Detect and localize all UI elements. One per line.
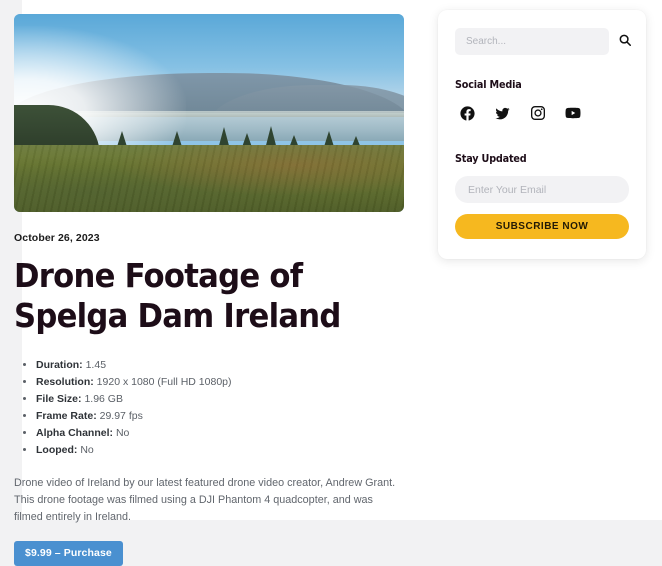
social-link-facebook[interactable] <box>455 102 480 127</box>
metadata-value: 1920 x 1080 (Full HD 1080p) <box>96 375 232 388</box>
post-description: Drone video of Ireland by our latest fea… <box>14 476 396 524</box>
list-item: Alpha Channel: No <box>36 425 404 442</box>
list-item: Looped: No <box>36 442 404 459</box>
metadata-label: Looped: <box>36 443 78 456</box>
metadata-label: File Size: <box>36 392 82 405</box>
list-item: File Size: 1.96 GB <box>36 391 404 408</box>
social-media-heading: Social Media <box>455 79 522 91</box>
search-input[interactable] <box>455 28 609 55</box>
social-link-instagram[interactable] <box>525 102 550 127</box>
list-item: Resolution: 1920 x 1080 (Full HD 1080p) <box>36 374 404 391</box>
search-button[interactable] <box>618 33 632 51</box>
newsletter-heading: Stay Updated <box>455 153 527 165</box>
post-date: October 26, 2023 <box>14 232 100 244</box>
metadata-label: Duration: <box>36 358 83 371</box>
metadata-label: Frame Rate: <box>36 409 97 422</box>
social-link-youtube[interactable] <box>560 102 585 127</box>
metadata-value: No <box>115 426 130 439</box>
youtube-icon <box>564 104 582 125</box>
metadata-value: 29.97 fps <box>99 409 143 422</box>
social-link-twitter[interactable] <box>490 102 515 127</box>
metadata-value: 1.96 GB <box>84 392 123 405</box>
post-article: October 26, 2023 Drone Footage of Spelga… <box>14 14 404 566</box>
hero-image <box>14 14 404 212</box>
page-root: October 26, 2023 Drone Footage of Spelga… <box>0 0 662 566</box>
metadata-label: Resolution: <box>36 375 94 388</box>
video-metadata-list: Duration: 1.45 Resolution: 1920 x 1080 (… <box>14 357 404 459</box>
sidebar-widget-card: Social Media <box>438 10 646 259</box>
purchase-button[interactable]: $9.99 – Purchase <box>14 540 123 566</box>
social-media-links <box>455 102 629 127</box>
list-item: Duration: 1.45 <box>36 357 404 374</box>
facebook-icon <box>459 105 476 125</box>
email-field[interactable] <box>455 176 629 203</box>
instagram-icon <box>530 105 546 124</box>
subscribe-button[interactable]: SUBSCRIBE NOW <box>455 214 629 239</box>
search-widget <box>455 28 632 55</box>
hero-foreground-grass <box>14 144 404 212</box>
twitter-icon <box>494 105 511 125</box>
list-item: Frame Rate: 29.97 fps <box>36 408 404 425</box>
page-title: Drone Footage of Spelga Dam Ireland <box>14 256 341 336</box>
search-icon <box>618 33 632 50</box>
metadata-value: 1.45 <box>85 358 107 371</box>
metadata-value: No <box>80 443 94 456</box>
metadata-label: Alpha Channel: <box>36 426 114 439</box>
